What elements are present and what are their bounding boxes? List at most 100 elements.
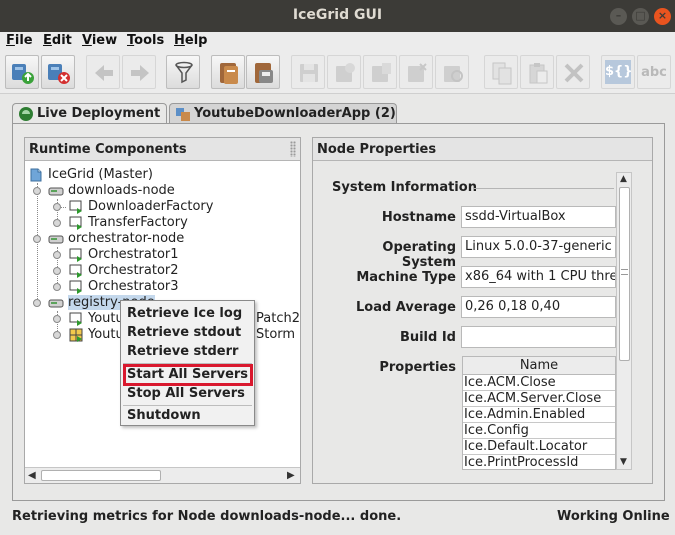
tab-live-deployment-label: Live Deployment: [37, 106, 161, 121]
minimize-button[interactable]: –: [610, 8, 627, 25]
horizontal-scrollbar[interactable]: ◀ ▶: [25, 467, 300, 483]
tree-item-server[interactable]: Orchestrator3: [68, 279, 179, 295]
tab-youtubedownloaderapp[interactable]: YoutubeDownloaderApp (2): [169, 103, 397, 124]
table-row[interactable]: Ice.ACM.Close: [463, 375, 615, 391]
tree-expand-handle[interactable]: [33, 235, 41, 243]
maximize-button[interactable]: □: [632, 8, 649, 25]
tree-item-server[interactable]: Youtu: [68, 327, 124, 343]
discard-icon: [408, 63, 427, 82]
tree-item-root[interactable]: IceGrid (Master): [28, 167, 153, 183]
menu-item-retrieve-stderr[interactable]: Retrieve stderr: [121, 342, 254, 361]
table-row[interactable]: Ice.Config: [463, 423, 615, 439]
menu-file[interactable]: File: [6, 33, 33, 48]
scrollbar-grip: [621, 269, 628, 275]
scroll-down-icon[interactable]: ▼: [620, 457, 627, 467]
menu-item-stop-all-servers[interactable]: Stop All Servers: [121, 384, 254, 403]
save-icon: [300, 64, 318, 82]
tree-item-server[interactable]: TransferFactory: [68, 215, 188, 231]
tree-expand-handle[interactable]: [53, 315, 61, 323]
forward-button[interactable]: [122, 55, 156, 89]
open-application-icon: [220, 63, 238, 84]
build-id-field[interactable]: [461, 326, 616, 348]
server-icon: [69, 216, 82, 230]
table-row[interactable]: Ice.Default.Locator: [463, 439, 615, 455]
tree-item-server[interactable]: DownloaderFactory: [68, 199, 213, 215]
reload-button[interactable]: [435, 55, 469, 89]
tree-server-label: Orchestrator2: [88, 263, 179, 278]
menu-item-retrieve-stdout[interactable]: Retrieve stdout: [121, 323, 254, 342]
save-application-button[interactable]: [246, 55, 280, 89]
menu-view[interactable]: View: [82, 33, 117, 48]
back-button[interactable]: [86, 55, 120, 89]
menu-help[interactable]: Help: [174, 33, 207, 48]
tree-item-orchestrator-node[interactable]: orchestrator-node: [48, 231, 184, 247]
tree-item-downloads-node[interactable]: downloads-node: [48, 183, 175, 199]
menu-item-retrieve-ice-log[interactable]: Retrieve Ice log: [121, 304, 254, 323]
table-row[interactable]: Ice.ACM.Server.Close: [463, 391, 615, 407]
tree-item-server[interactable]: Orchestrator1: [68, 247, 179, 263]
machine-type-field[interactable]: x86_64 with 1 CPU threa: [461, 266, 616, 288]
delete-button[interactable]: [556, 55, 590, 89]
table-row[interactable]: Ice.PrintProcessId: [463, 455, 615, 469]
show-variables-button[interactable]: abc: [637, 55, 671, 89]
tree-item-server[interactable]: Youtu: [68, 311, 124, 327]
tree-expand-handle[interactable]: [53, 219, 61, 227]
tab-live-deployment[interactable]: Live Deployment: [12, 103, 167, 124]
tree-expand-handle[interactable]: [33, 299, 41, 307]
tree-server-label-suffix: Storm: [256, 327, 296, 342]
node-icon: [48, 187, 64, 196]
menu-tools[interactable]: Tools: [127, 33, 164, 48]
tree-expand-handle[interactable]: [53, 283, 61, 291]
connect-button[interactable]: [5, 55, 39, 89]
hostname-field[interactable]: ssdd-VirtualBox: [461, 206, 616, 228]
runtime-components-title: Runtime Components: [29, 142, 187, 157]
open-application-button[interactable]: [211, 55, 245, 89]
filter-button[interactable]: [166, 55, 200, 89]
paste-button[interactable]: [520, 55, 554, 89]
tree-item-server-suffix: Patch2: [256, 311, 300, 327]
operating-system-label: Operating System: [382, 240, 456, 270]
scroll-right-icon[interactable]: ▶: [287, 470, 295, 481]
menu-item-start-all-servers[interactable]: Start All Servers: [123, 364, 253, 386]
properties-table-header[interactable]: Name: [463, 357, 615, 375]
tree-expand-handle[interactable]: [53, 267, 61, 275]
node-properties-title: Node Properties: [317, 142, 437, 157]
disconnect-button[interactable]: [41, 55, 75, 89]
operating-system-field[interactable]: Linux 5.0.0-37-generic #: [461, 236, 616, 258]
forward-arrow-icon: [131, 65, 149, 81]
properties-table[interactable]: Name Ice.ACM.Close Ice.ACM.Server.Close …: [462, 356, 616, 470]
toolbar: ${} abc: [0, 52, 675, 94]
section-rule: [474, 188, 614, 189]
tree-server-label: DownloaderFactory: [88, 199, 214, 214]
save-button[interactable]: [291, 55, 325, 89]
tree-item-server[interactable]: Orchestrator2: [68, 263, 179, 279]
load-average-field[interactable]: 0,26 0,18 0,40: [461, 296, 616, 318]
vertical-scrollbar[interactable]: ▲ ▼: [616, 172, 632, 470]
save-to-file-button[interactable]: [363, 55, 397, 89]
scroll-up-icon[interactable]: ▲: [620, 174, 627, 184]
tree-expand-handle[interactable]: [33, 187, 41, 195]
tree-expand-handle[interactable]: [53, 251, 61, 259]
discard-button[interactable]: [399, 55, 433, 89]
menu-edit[interactable]: Edit: [43, 33, 72, 48]
table-row[interactable]: Ice.Admin.Enabled: [463, 407, 615, 423]
connect-icon: [12, 64, 34, 84]
substitute-variables-button[interactable]: ${}: [601, 55, 635, 89]
menu-item-shutdown[interactable]: Shutdown: [121, 406, 254, 425]
save-to-registry-button[interactable]: [327, 55, 361, 89]
tree-server-label: Orchestrator1: [88, 247, 179, 262]
machine-type-label: Machine Type: [356, 270, 456, 285]
reload-icon: [444, 66, 463, 82]
menu-bar: File Edit View Tools Help: [0, 32, 675, 52]
tree-expand-handle[interactable]: [53, 331, 61, 339]
scrollbar-thumb[interactable]: [41, 470, 161, 481]
tree-expand-handle[interactable]: [53, 203, 61, 211]
show-variables-icon: abc: [641, 65, 667, 80]
copy-button[interactable]: [484, 55, 518, 89]
hostname-label: Hostname: [381, 210, 456, 225]
disconnect-icon: [48, 64, 70, 84]
scroll-left-icon[interactable]: ◀: [28, 470, 36, 481]
icegrid-icon: [30, 168, 42, 182]
close-button[interactable]: ×: [654, 8, 671, 25]
tree-server-label: Youtu: [88, 311, 124, 326]
